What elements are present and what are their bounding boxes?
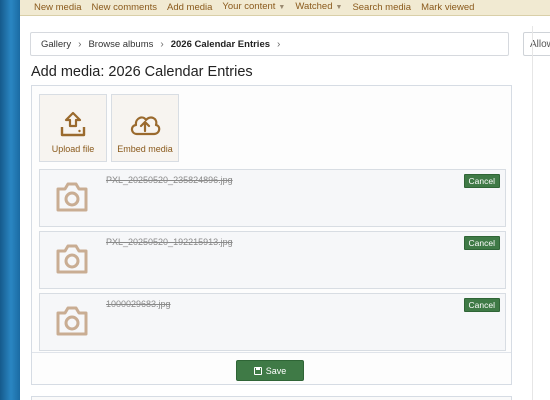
chevron-right-icon: ›: [78, 38, 82, 50]
breadcrumb-gallery[interactable]: Gallery: [41, 39, 71, 50]
camera-icon: [56, 244, 88, 274]
chevron-right-icon: ›: [160, 38, 164, 50]
page-background-strip: [0, 0, 20, 400]
nav-add-media[interactable]: Add media: [167, 2, 212, 14]
nav-new-comments[interactable]: New comments: [92, 2, 157, 14]
nav-new-comments-label: New comments: [91, 1, 157, 13]
camera-icon: [56, 306, 88, 336]
save-icon: [253, 366, 262, 375]
cancel-button[interactable]: Cancel: [463, 174, 500, 188]
cancel-button[interactable]: Cancel: [463, 298, 500, 312]
file-name: PXL_20250520_192215913.jpg: [106, 237, 233, 247]
upload-file-button[interactable]: Upload file: [39, 94, 107, 162]
nav-search-media-label: Search media: [352, 1, 412, 13]
file-row: PXL_20250520_235824896.jpg Cancel: [39, 169, 506, 227]
nav-watched-label: Watched: [295, 1, 333, 12]
main-content: New media New comments Add media Your co…: [20, 0, 550, 400]
breadcrumb-current-album[interactable]: 2026 Calendar Entries: [171, 39, 270, 50]
save-button-label: Save: [265, 365, 287, 376]
nav-your-content-label: Your content: [222, 1, 276, 12]
breadcrumb: Gallery › Browse albums › 2026 Calendar …: [30, 32, 509, 56]
form-footer-divider: [32, 352, 511, 353]
upload-file-label: Upload file: [51, 144, 95, 154]
nav-mark-viewed[interactable]: Mark viewed: [421, 2, 474, 14]
chevron-down-icon: ▼: [278, 4, 286, 11]
allow-button-label: Allow: [530, 38, 550, 50]
nav-mark-viewed-label: Mark viewed: [421, 1, 475, 13]
chevron-right-icon: ›: [277, 38, 281, 50]
cancel-button[interactable]: Cancel: [463, 236, 500, 250]
file-name: PXL_20250520_235824896.jpg: [106, 175, 233, 185]
upload-icon: [60, 111, 86, 137]
breadcrumb-browse-albums[interactable]: Browse albums: [88, 39, 153, 50]
next-section-box: [31, 396, 512, 400]
file-row: 1000029683.jpg Cancel: [39, 293, 506, 351]
sidebar-divider: [532, 26, 533, 400]
allow-button[interactable]: Allow: [523, 32, 550, 56]
nav-new-media-label: New media: [34, 1, 82, 13]
nav-new-media[interactable]: New media: [34, 2, 82, 14]
nav-your-content[interactable]: Your content ▼: [222, 1, 285, 14]
nav-search-media[interactable]: Search media: [352, 2, 411, 14]
file-name: 1000029683.jpg: [106, 299, 171, 309]
nav-watched[interactable]: Watched ▼: [295, 1, 342, 14]
page-title: Add media: 2026 Calendar Entries: [31, 64, 253, 80]
nav-add-media-label: Add media: [167, 1, 213, 13]
chevron-down-icon: ▼: [335, 4, 343, 11]
save-button[interactable]: Save: [236, 360, 304, 381]
camera-icon: [56, 182, 88, 212]
embed-media-label: Embed media: [117, 144, 173, 154]
top-navigation: New media New comments Add media Your co…: [20, 0, 550, 16]
cloud-upload-icon: [130, 116, 161, 136]
embed-media-button[interactable]: Embed media: [111, 94, 179, 162]
add-media-panel: Upload file Embed media PXL_20250520_235…: [31, 85, 512, 385]
file-row: PXL_20250520_192215913.jpg Cancel: [39, 231, 506, 289]
